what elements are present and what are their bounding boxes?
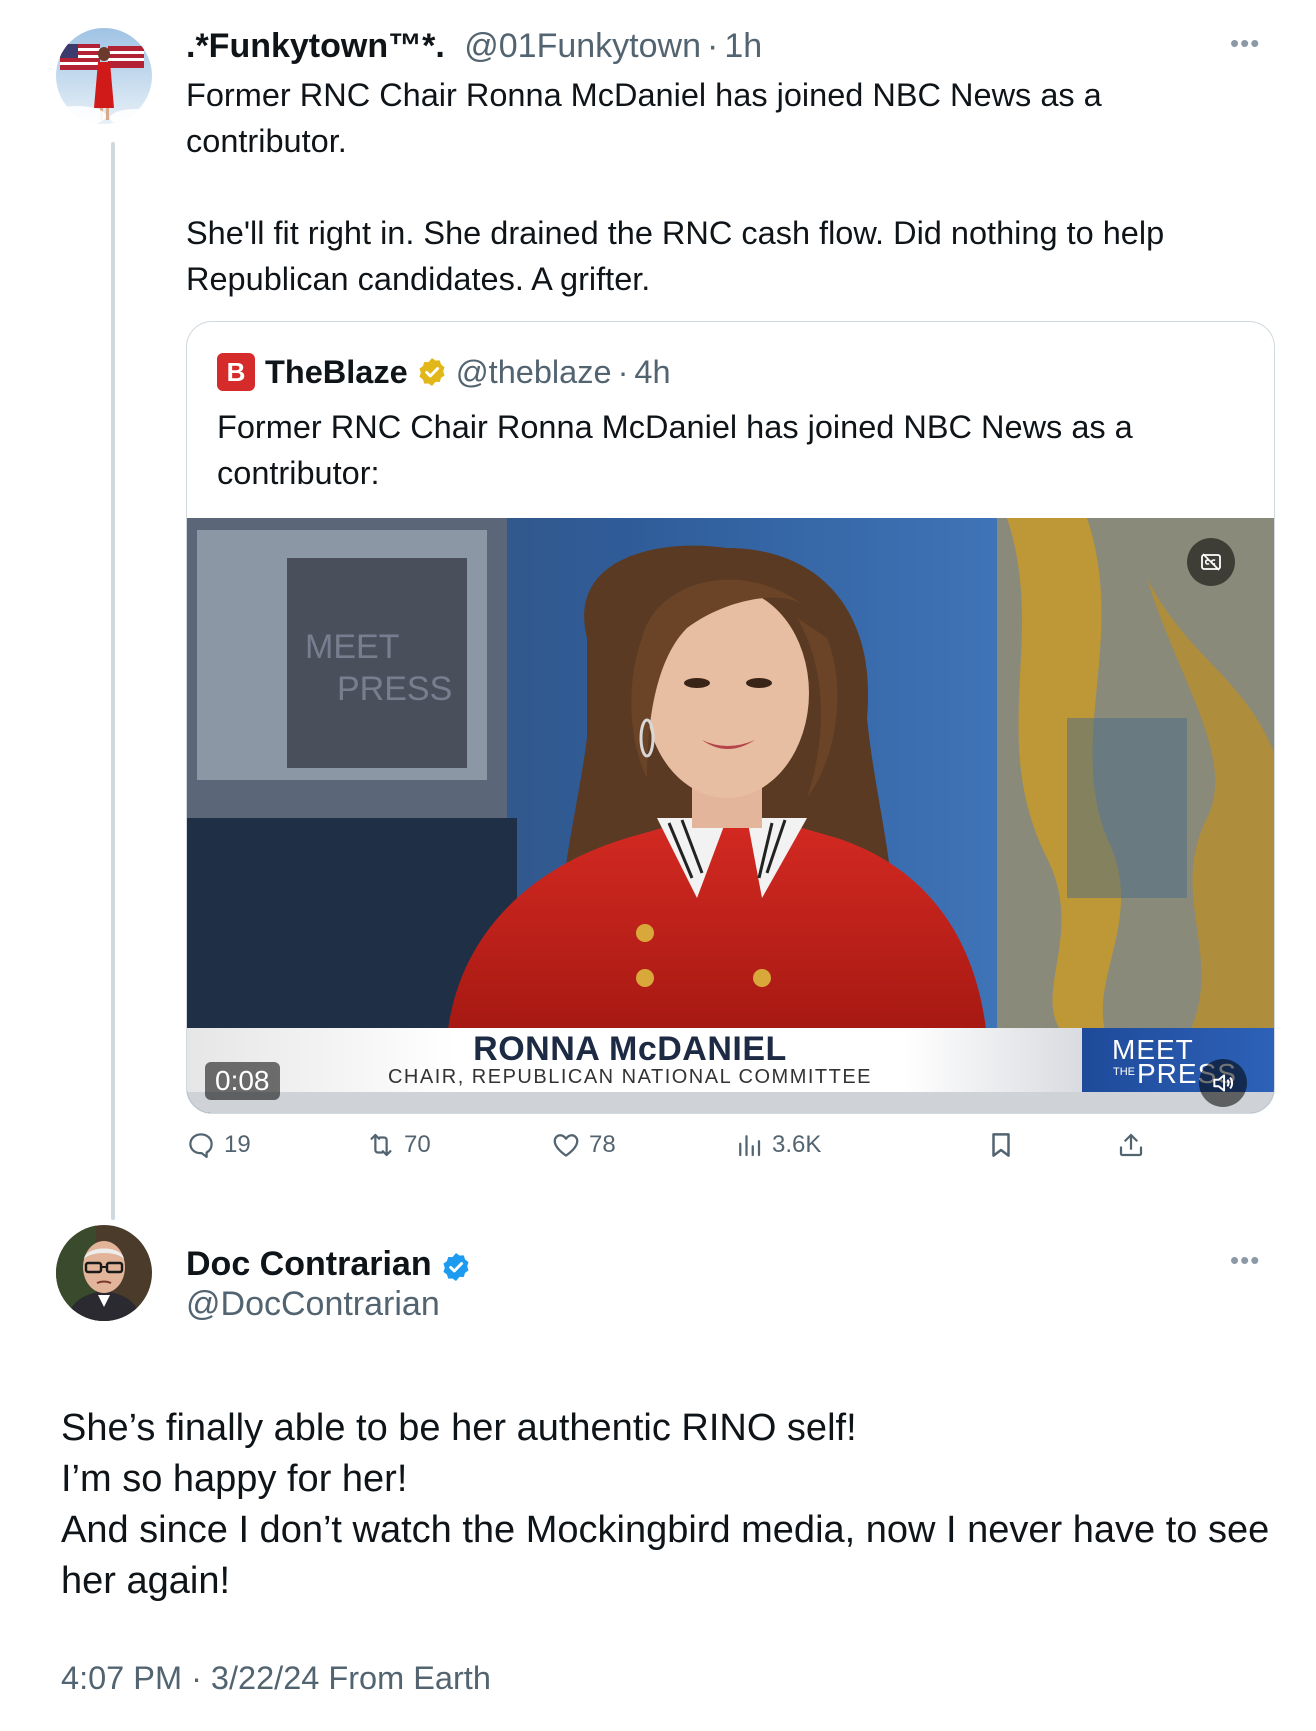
show-logo-the: THE <box>1113 1066 1135 1078</box>
tweet1-paragraph-1: Former RNC Chair Ronna McDaniel has join… <box>186 77 1102 159</box>
tweet1-separator: · <box>707 27 719 65</box>
tweet2-display-name[interactable]: Doc Contrarian <box>186 1240 432 1288</box>
tweet1-header: .*Funkytown™*. @01Funkytown · 1h <box>186 22 762 70</box>
video-timestamp: 0:08 <box>205 1062 280 1100</box>
lower-third-title: CHAIR, REPUBLICAN NATIONAL COMMITTEE <box>387 1066 873 1088</box>
repost-count: 70 <box>404 1131 431 1158</box>
volume-icon[interactable] <box>1199 1059 1247 1107</box>
quote-header: B TheBlaze @theblaze · 4h <box>217 350 671 394</box>
tweet1-handle[interactable]: @01Funkytown <box>464 27 701 65</box>
video-lower-third: RONNA McDANIEL CHAIR, REPUBLICAN NATIONA… <box>187 1028 1274 1092</box>
video-background-show-logo-line2: PRESS <box>337 670 452 708</box>
avatar-doccontrarian[interactable] <box>56 1225 152 1321</box>
like-button[interactable]: 78 <box>551 1130 616 1160</box>
share-button[interactable] <box>1116 1130 1146 1160</box>
reply-icon <box>189 1133 213 1158</box>
lower-third-name: RONNA McDANIEL <box>473 1030 787 1068</box>
quote-handle[interactable]: @theblaze <box>456 354 612 391</box>
avatar-funkytown[interactable] <box>56 28 152 124</box>
bookmark-icon <box>992 1133 1010 1157</box>
tweet1-paragraph-2: She'll fit right in. She drained the RNC… <box>186 215 1165 297</box>
tweet1-text: Former RNC Chair Ronna McDaniel has join… <box>186 72 1266 302</box>
tweet2-line-2: I’m so happy for her! <box>61 1458 408 1500</box>
bookmark-button[interactable] <box>986 1130 1016 1160</box>
tweet2-text: She’s finally able to be her authentic R… <box>61 1403 1281 1607</box>
video-background-show-logo-line1: MEET <box>305 628 399 666</box>
tweet1-time[interactable]: 1h <box>724 27 762 65</box>
quote-text: Former RNC Chair Ronna McDaniel has join… <box>217 409 1133 491</box>
heart-icon <box>553 1134 579 1157</box>
repost-icon <box>370 1133 392 1157</box>
reply-count: 19 <box>224 1131 251 1158</box>
views-bar-chart-icon <box>739 1135 761 1157</box>
views-button[interactable]: 3.6K <box>734 1130 821 1160</box>
tweet1-action-bar: 19 70 78 3.6K <box>186 1130 1286 1170</box>
like-count: 78 <box>589 1131 616 1158</box>
captions-icon[interactable] <box>1187 538 1235 586</box>
quoted-tweet-card[interactable]: B TheBlaze @theblaze · 4h Former RNC Chair… <box>186 321 1275 1114</box>
video-frame: MEET PRESS <box>187 518 1274 1113</box>
theblaze-logo-letter: B <box>226 356 246 387</box>
thread-connector-line <box>111 142 115 1220</box>
tweet2-handle[interactable]: @DocContrarian <box>186 1282 440 1326</box>
quote-display-name[interactable]: TheBlaze <box>265 354 408 391</box>
reply-button[interactable]: 19 <box>186 1130 251 1160</box>
repost-button[interactable]: 70 <box>366 1130 431 1160</box>
tweet1-more-icon[interactable]: ••• <box>1230 28 1260 59</box>
tweet2-timestamp-footer[interactable]: 4:07 PM · 3/22/24 From Earth <box>61 1655 491 1701</box>
quote-separator: · <box>617 353 629 390</box>
video-player[interactable]: MEET PRESS RONNA McDANIEL CHAIR, REPUBLI… <box>187 518 1274 1113</box>
tweet2-more-icon[interactable]: ••• <box>1230 1245 1260 1276</box>
verified-gold-badge-icon <box>416 356 448 388</box>
tweet2-line-1: She’s finally able to be her authentic R… <box>61 1407 857 1449</box>
theblaze-avatar[interactable]: B <box>217 353 255 391</box>
tweet2-line-3: And since I don’t watch the Mockingbird … <box>61 1509 1270 1602</box>
quote-time[interactable]: 4h <box>634 354 670 391</box>
share-icon <box>1119 1133 1143 1157</box>
tweet2-display-name-row: Doc Contrarian <box>186 1240 472 1288</box>
verified-blue-badge-icon <box>440 1248 472 1281</box>
views-count: 3.6K <box>772 1131 822 1158</box>
tweet1-display-name[interactable]: .*Funkytown™*. <box>186 27 445 65</box>
